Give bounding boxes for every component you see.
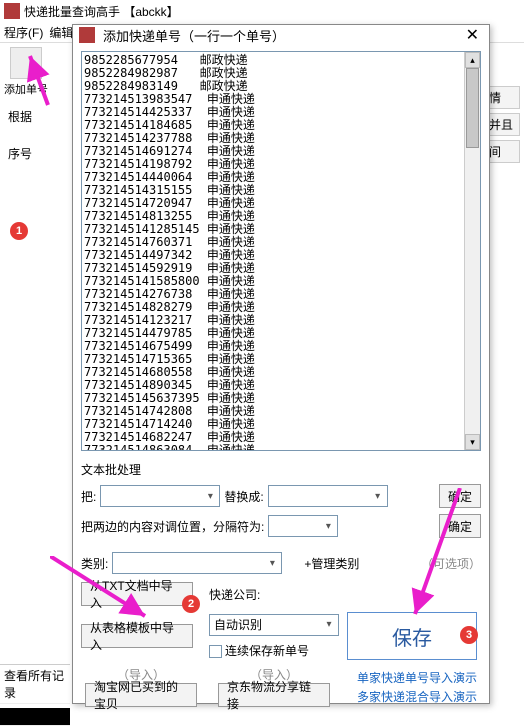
import-template-button[interactable]: 从表格模板中导入 [81,624,193,648]
callout-badge-2: 2 [182,595,200,613]
textarea-scrollbar[interactable]: ▴ ▾ [464,52,480,450]
menu-edit[interactable]: 编辑 [49,24,73,40]
label-genju: 根据 [8,110,32,124]
column-xuhao: 序号 [8,147,32,161]
swap-ok-button[interactable]: 确定 [439,514,481,538]
scroll-down-icon[interactable]: ▾ [465,434,480,450]
chevron-down-icon: ▾ [265,558,279,569]
import-txt-button[interactable]: 从TXT文档中导入 [81,582,193,606]
label-category: 类别: [81,555,108,572]
scroll-thumb[interactable] [466,68,479,148]
dialog-title: 添加快递单号（一行一个单号） [103,26,285,45]
callout-badge-1: 1 [10,222,28,240]
label-swap: 把两边的内容对调位置，分隔符为: [81,518,264,535]
menu-program[interactable]: 程序(F) [4,24,43,40]
toolbar-add-label: 添加单号 [4,81,48,97]
jd-import-button[interactable]: 京东物流分享链接 [218,683,330,707]
demo-single-link[interactable]: 单家快递单号导入演示 [357,669,477,686]
chevron-down-icon: ▾ [321,521,335,532]
chevron-down-icon: ▾ [322,619,336,630]
tracking-textarea[interactable] [82,52,464,450]
replace-from-combo[interactable]: ▾ [100,485,220,507]
add-icon [10,47,42,79]
batch-section-label: 文本批处理 [81,461,481,478]
save-button[interactable]: 保存 [347,612,477,660]
demo-mixed-link[interactable]: 多家快递混合导入演示 [357,688,477,705]
courier-combo-value: 自动识别 [214,616,262,633]
replace-to-combo[interactable]: ▾ [268,485,388,507]
close-icon[interactable]: ✕ [462,25,483,45]
manage-category-link[interactable]: +管理类别 [304,555,359,572]
checkbox-icon[interactable] [209,645,222,658]
courier-combo[interactable]: 自动识别 ▾ [209,614,339,636]
label-courier: 快递公司: [209,586,260,603]
dialog-icon [79,27,95,43]
label-replace-from: 把: [81,488,96,505]
chevron-down-icon: ▾ [203,491,217,502]
chevron-down-icon: ▾ [371,491,385,502]
app-icon [4,3,20,19]
replace-ok-button[interactable]: 确定 [439,484,481,508]
callout-badge-3: 3 [460,626,478,644]
label-optional: （可选项） [421,555,481,572]
scroll-up-icon[interactable]: ▴ [465,52,480,68]
label-replace-to: 替换成: [224,488,263,505]
add-tracking-dialog: 添加快递单号（一行一个单号） ✕ ▴ ▾ 文本批处理 把: ▾ 替换成: ▾ 确… [72,24,490,704]
category-combo[interactable]: ▾ [112,552,282,574]
swap-delimiter-combo[interactable]: ▾ [268,515,338,537]
continuous-save-option[interactable]: 连续保存新单号 [209,642,309,659]
taobao-import-button[interactable]: 淘宝网已买到的宝贝 [85,683,197,707]
taskbar-thumb [0,708,70,726]
bottom-view-all[interactable]: 查看所有记录 [0,665,70,704]
toolbar-add-tracking[interactable]: 添加单号 [4,47,48,97]
main-window-title: 快递批量查询高手 【abckk】 [24,3,179,20]
